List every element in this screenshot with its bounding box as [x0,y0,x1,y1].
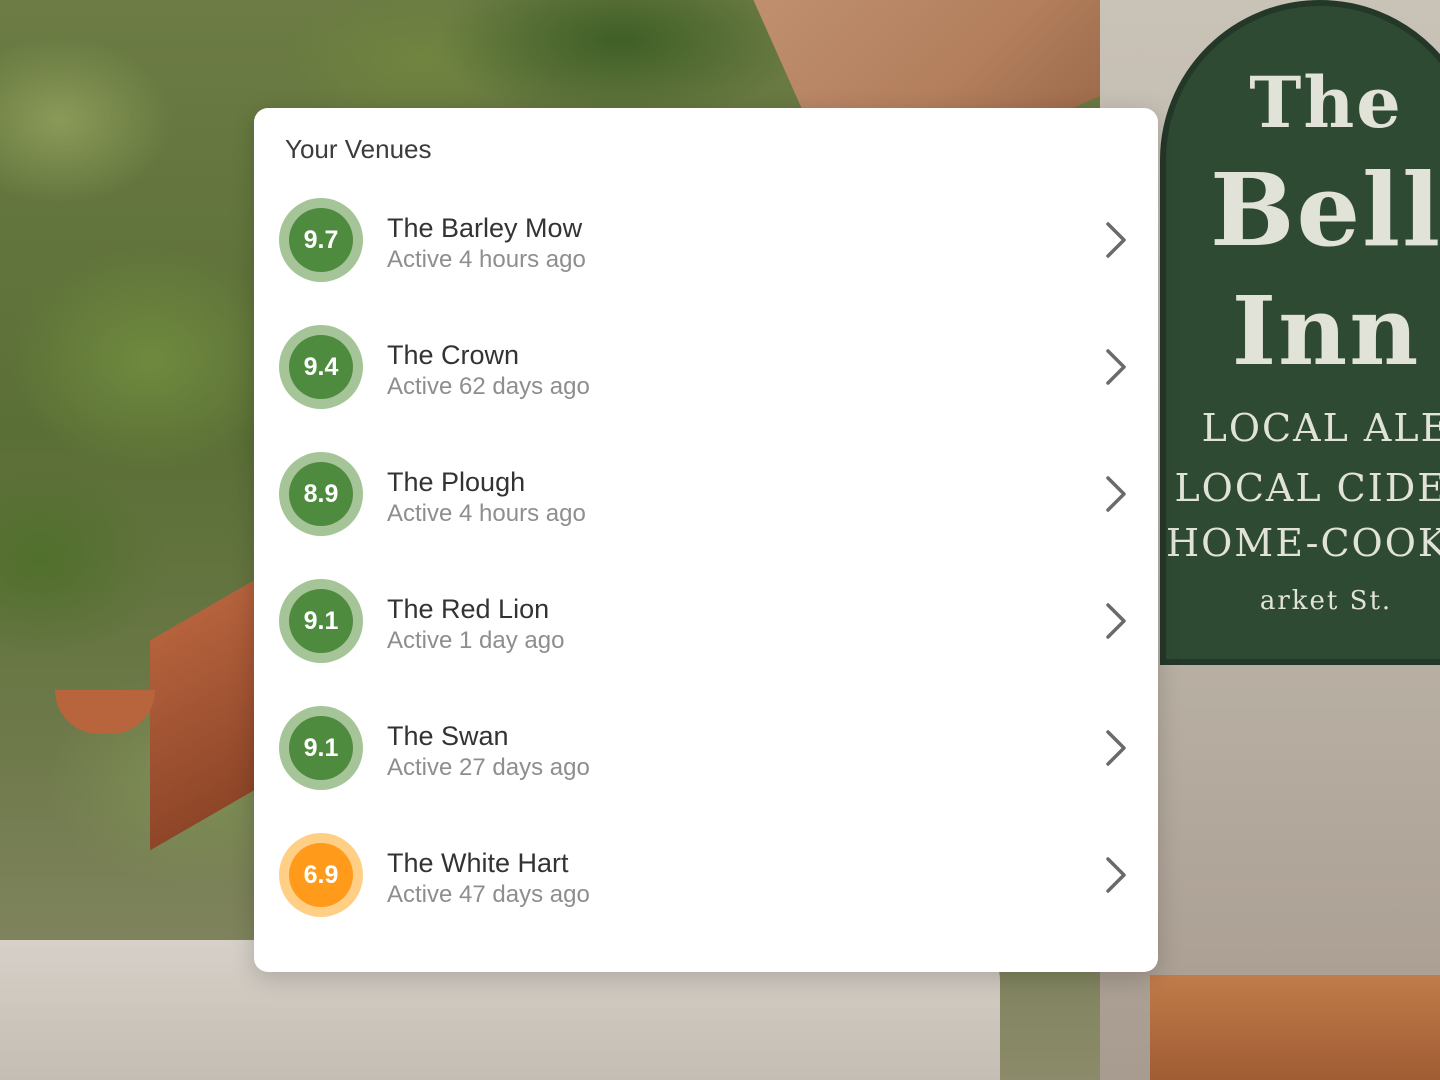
venue-name: The Plough [387,467,526,497]
background-door [1150,975,1440,1080]
card-title: Your Venues [285,134,432,164]
venue-name: The Barley Mow [387,213,583,243]
venue-last-active: Active 47 days ago [387,881,590,908]
score-badge: 9.4 [279,325,363,409]
chevron-right-icon[interactable] [1100,855,1132,895]
venues-card: Your Venues 9.7 The Barley Mow Active 4 ho… [254,108,1158,972]
chevron-right-icon[interactable] [1100,728,1132,768]
venue-row[interactable]: 6.9 The White Hart Active 47 days ago [254,811,1158,938]
chevron-right-icon[interactable] [1100,347,1132,387]
score-value: 8.9 [289,462,353,526]
score-badge: 9.1 [279,706,363,790]
chevron-right-icon[interactable] [1100,474,1132,514]
venue-last-active: Active 62 days ago [387,373,590,400]
score-value: 9.7 [289,208,353,272]
venue-row[interactable]: 9.7 The Barley Mow Active 4 hours ago [254,176,1158,303]
score-value: 6.9 [289,843,353,907]
sign-text-cider: LOCAL CIDER [1174,466,1440,510]
chevron-right-icon[interactable] [1100,601,1132,641]
score-value: 9.4 [289,335,353,399]
sign-text-home-cooked: HOME-COOKED [1166,521,1440,565]
venue-last-active: Active 27 days ago [387,754,590,781]
venue-name: The White Hart [387,848,569,878]
score-badge: 6.9 [279,833,363,917]
sign-text-inn: Inn [1231,276,1421,387]
venue-name: The Red Lion [387,594,550,624]
score-value: 9.1 [289,589,353,653]
score-badge: 9.7 [279,198,363,282]
sign-text-ale: LOCAL ALE [1201,406,1440,450]
venue-row[interactable]: 9.1 The Red Lion Active 1 day ago [254,557,1158,684]
venue-name: The Crown [387,340,520,370]
score-badge: 9.1 [279,579,363,663]
sign-text-bell: Bell [1209,151,1440,269]
venue-last-active: Active 4 hours ago [387,246,586,273]
sign-text-the: The [1249,61,1403,144]
venue-last-active: Active 4 hours ago [387,500,586,527]
venue-last-active: Active 1 day ago [387,627,565,654]
score-badge: 8.9 [279,452,363,536]
score-value: 9.1 [289,716,353,780]
sign-text-street: arket St. [1259,586,1393,616]
background-pub-sign: The Bell Inn LOCAL ALE LOCAL CIDER HOME-… [1160,0,1440,665]
venue-row[interactable]: 9.4 The Crown Active 62 days ago [254,303,1158,430]
venue-row[interactable]: 9.1 The Swan Active 27 days ago [254,684,1158,811]
venue-list: 9.7 The Barley Mow Active 4 hours ago 9.4 Th… [254,176,1158,938]
chevron-right-icon[interactable] [1100,220,1132,260]
venue-name: The Swan [387,721,509,751]
venue-row[interactable]: 8.9 The Plough Active 4 hours ago [254,430,1158,557]
